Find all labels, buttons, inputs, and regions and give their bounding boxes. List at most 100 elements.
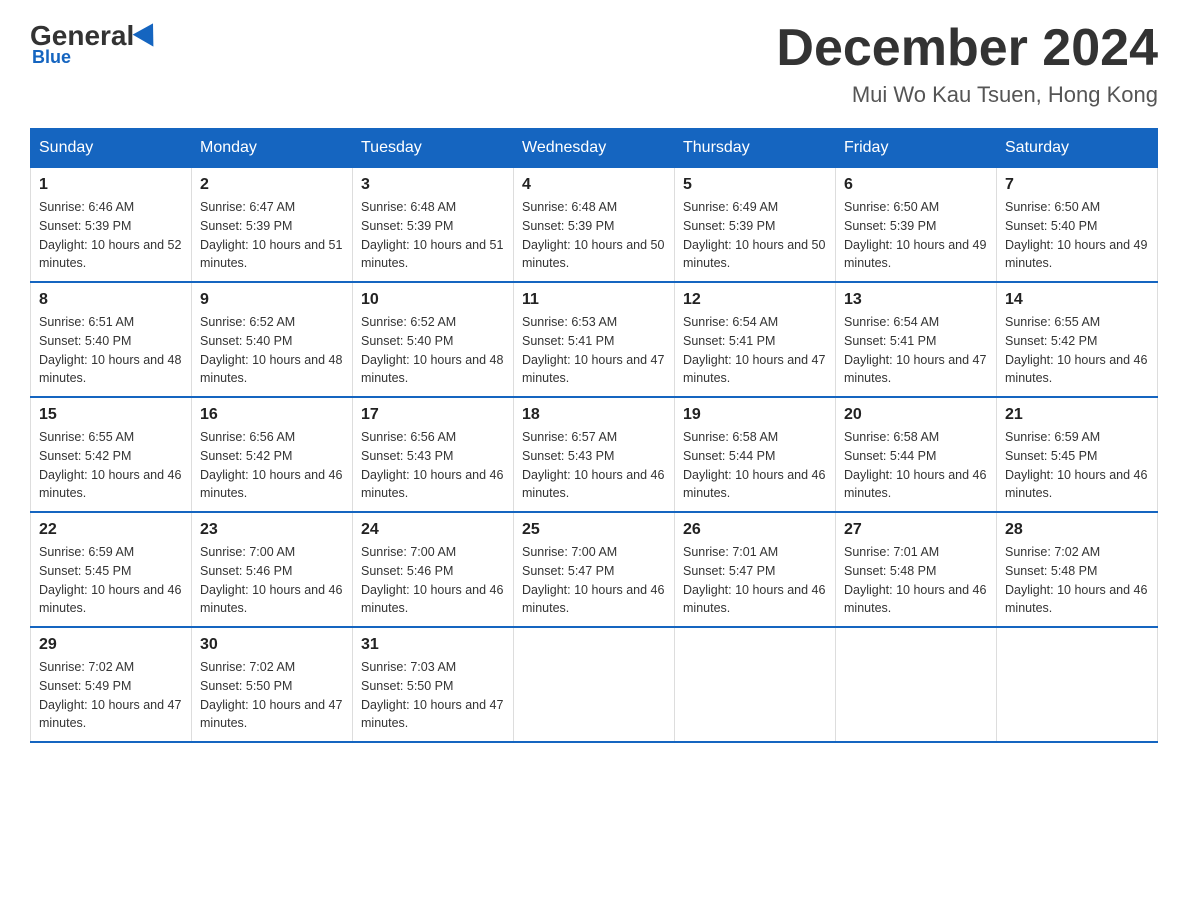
- day-info: Sunrise: 6:52 AMSunset: 5:40 PMDaylight:…: [200, 313, 344, 388]
- day-info: Sunrise: 6:47 AMSunset: 5:39 PMDaylight:…: [200, 198, 344, 273]
- day-info: Sunrise: 7:02 AMSunset: 5:48 PMDaylight:…: [1005, 543, 1149, 618]
- weekday-header-saturday: Saturday: [997, 129, 1158, 168]
- month-title: December 2024: [776, 20, 1158, 77]
- logo: General Blue: [30, 20, 160, 68]
- calendar-cell: [997, 627, 1158, 742]
- calendar-cell: 26Sunrise: 7:01 AMSunset: 5:47 PMDayligh…: [675, 512, 836, 627]
- calendar-cell: 12 Sunrise: 6:54 AMSunset: 5:41 PMDayligh…: [675, 282, 836, 397]
- calendar-cell: 8Sunrise: 6:51 AMSunset: 5:40 PMDaylight…: [31, 282, 192, 397]
- day-info: Sunrise: 6:54 AMSunset: 5:41 PMDaylight:…: [844, 313, 988, 388]
- page-header: General Blue December 2024 Mui Wo Kau Ts…: [30, 20, 1158, 108]
- calendar-cell: 22 Sunrise: 6:59 AMSunset: 5:45 PMDayligh…: [31, 512, 192, 627]
- day-info: Sunrise: 6:59 AMSunset: 5:45 PMDaylight:…: [39, 543, 183, 618]
- day-number: 19: [683, 406, 827, 424]
- weekday-header-thursday: Thursday: [675, 129, 836, 168]
- weekday-header-friday: Friday: [836, 129, 997, 168]
- day-info: Sunrise: 6:49 AMSunset: 5:39 PMDaylight:…: [683, 198, 827, 273]
- day-number: 25: [522, 521, 666, 539]
- calendar-table: SundayMondayTuesdayWednesdayThursdayFrid…: [30, 128, 1158, 743]
- day-info: Sunrise: 6:55 AMSunset: 5:42 PMDaylight:…: [1005, 313, 1149, 388]
- day-number: 27: [844, 521, 988, 539]
- day-info: Sunrise: 7:00 AMSunset: 5:47 PMDaylight:…: [522, 543, 666, 618]
- calendar-cell: [675, 627, 836, 742]
- calendar-cell: 7 Sunrise: 6:50 AMSunset: 5:40 PMDaylight…: [997, 168, 1158, 283]
- day-number: 17: [361, 406, 505, 424]
- day-info: Sunrise: 6:48 AMSunset: 5:39 PMDaylight:…: [361, 198, 505, 273]
- day-info: Sunrise: 6:56 AMSunset: 5:43 PMDaylight:…: [361, 428, 505, 503]
- calendar-cell: 11 Sunrise: 6:53 AMSunset: 5:41 PMDayligh…: [514, 282, 675, 397]
- calendar-cell: 6Sunrise: 6:50 AMSunset: 5:39 PMDaylight…: [836, 168, 997, 283]
- day-number: 1: [39, 176, 183, 194]
- calendar-cell: 9Sunrise: 6:52 AMSunset: 5:40 PMDaylight…: [192, 282, 353, 397]
- day-number: 3: [361, 176, 505, 194]
- day-info: Sunrise: 6:46 AMSunset: 5:39 PMDaylight:…: [39, 198, 183, 273]
- calendar-cell: 31 Sunrise: 7:03 AMSunset: 5:50 PMDayligh…: [353, 627, 514, 742]
- day-number: 14: [1005, 291, 1149, 309]
- weekday-header-tuesday: Tuesday: [353, 129, 514, 168]
- calendar-cell: 20 Sunrise: 6:58 AMSunset: 5:44 PMDayligh…: [836, 397, 997, 512]
- weekday-header-wednesday: Wednesday: [514, 129, 675, 168]
- day-info: Sunrise: 6:53 AMSunset: 5:41 PMDaylight:…: [522, 313, 666, 388]
- calendar-cell: 24Sunrise: 7:00 AMSunset: 5:46 PMDayligh…: [353, 512, 514, 627]
- day-number: 10: [361, 291, 505, 309]
- calendar-cell: 3 Sunrise: 6:48 AMSunset: 5:39 PMDaylight…: [353, 168, 514, 283]
- logo-blue-text: Blue: [32, 47, 71, 68]
- day-number: 6: [844, 176, 988, 194]
- calendar-cell: [836, 627, 997, 742]
- day-info: Sunrise: 6:55 AMSunset: 5:42 PMDaylight:…: [39, 428, 183, 503]
- calendar-cell: 5 Sunrise: 6:49 AMSunset: 5:39 PMDaylight…: [675, 168, 836, 283]
- day-number: 11: [522, 291, 666, 309]
- day-info: Sunrise: 6:58 AMSunset: 5:44 PMDaylight:…: [683, 428, 827, 503]
- calendar-week-row: 1 Sunrise: 6:46 AMSunset: 5:39 PMDaylight…: [31, 168, 1158, 283]
- day-number: 13: [844, 291, 988, 309]
- calendar-cell: [514, 627, 675, 742]
- day-info: Sunrise: 6:52 AMSunset: 5:40 PMDaylight:…: [361, 313, 505, 388]
- calendar-cell: 13 Sunrise: 6:54 AMSunset: 5:41 PMDayligh…: [836, 282, 997, 397]
- day-info: Sunrise: 7:02 AMSunset: 5:50 PMDaylight:…: [200, 658, 344, 733]
- day-number: 20: [844, 406, 988, 424]
- calendar-cell: 18 Sunrise: 6:57 AMSunset: 5:43 PMDayligh…: [514, 397, 675, 512]
- calendar-cell: 1 Sunrise: 6:46 AMSunset: 5:39 PMDaylight…: [31, 168, 192, 283]
- day-number: 31: [361, 636, 505, 654]
- calendar-cell: 14 Sunrise: 6:55 AMSunset: 5:42 PMDayligh…: [997, 282, 1158, 397]
- day-info: Sunrise: 7:03 AMSunset: 5:50 PMDaylight:…: [361, 658, 505, 733]
- calendar-cell: 15Sunrise: 6:55 AMSunset: 5:42 PMDayligh…: [31, 397, 192, 512]
- calendar-cell: 30Sunrise: 7:02 AMSunset: 5:50 PMDayligh…: [192, 627, 353, 742]
- day-number: 24: [361, 521, 505, 539]
- calendar-week-row: 22 Sunrise: 6:59 AMSunset: 5:45 PMDayligh…: [31, 512, 1158, 627]
- calendar-cell: 29Sunrise: 7:02 AMSunset: 5:49 PMDayligh…: [31, 627, 192, 742]
- day-info: Sunrise: 6:54 AMSunset: 5:41 PMDaylight:…: [683, 313, 827, 388]
- day-info: Sunrise: 6:48 AMSunset: 5:39 PMDaylight:…: [522, 198, 666, 273]
- day-number: 16: [200, 406, 344, 424]
- calendar-cell: 28 Sunrise: 7:02 AMSunset: 5:48 PMDayligh…: [997, 512, 1158, 627]
- day-info: Sunrise: 7:01 AMSunset: 5:48 PMDaylight:…: [844, 543, 988, 618]
- day-number: 28: [1005, 521, 1149, 539]
- location-subtitle: Mui Wo Kau Tsuen, Hong Kong: [776, 82, 1158, 108]
- day-number: 26: [683, 521, 827, 539]
- calendar-cell: 17 Sunrise: 6:56 AMSunset: 5:43 PMDayligh…: [353, 397, 514, 512]
- day-number: 8: [39, 291, 183, 309]
- day-info: Sunrise: 6:50 AMSunset: 5:40 PMDaylight:…: [1005, 198, 1149, 273]
- calendar-cell: 16Sunrise: 6:56 AMSunset: 5:42 PMDayligh…: [192, 397, 353, 512]
- day-number: 29: [39, 636, 183, 654]
- calendar-week-row: 8Sunrise: 6:51 AMSunset: 5:40 PMDaylight…: [31, 282, 1158, 397]
- day-number: 12: [683, 291, 827, 309]
- weekday-header-row: SundayMondayTuesdayWednesdayThursdayFrid…: [31, 129, 1158, 168]
- day-number: 4: [522, 176, 666, 194]
- title-section: December 2024 Mui Wo Kau Tsuen, Hong Kon…: [776, 20, 1158, 108]
- calendar-cell: 19 Sunrise: 6:58 AMSunset: 5:44 PMDayligh…: [675, 397, 836, 512]
- calendar-week-row: 15Sunrise: 6:55 AMSunset: 5:42 PMDayligh…: [31, 397, 1158, 512]
- calendar-cell: 21Sunrise: 6:59 AMSunset: 5:45 PMDayligh…: [997, 397, 1158, 512]
- day-number: 18: [522, 406, 666, 424]
- weekday-header-sunday: Sunday: [31, 129, 192, 168]
- day-number: 7: [1005, 176, 1149, 194]
- day-info: Sunrise: 6:58 AMSunset: 5:44 PMDaylight:…: [844, 428, 988, 503]
- day-info: Sunrise: 6:59 AMSunset: 5:45 PMDaylight:…: [1005, 428, 1149, 503]
- logo-triangle-icon: [133, 17, 164, 46]
- weekday-header-monday: Monday: [192, 129, 353, 168]
- calendar-cell: 4 Sunrise: 6:48 AMSunset: 5:39 PMDaylight…: [514, 168, 675, 283]
- day-number: 5: [683, 176, 827, 194]
- day-number: 22: [39, 521, 183, 539]
- day-info: Sunrise: 6:57 AMSunset: 5:43 PMDaylight:…: [522, 428, 666, 503]
- calendar-cell: 23Sunrise: 7:00 AMSunset: 5:46 PMDayligh…: [192, 512, 353, 627]
